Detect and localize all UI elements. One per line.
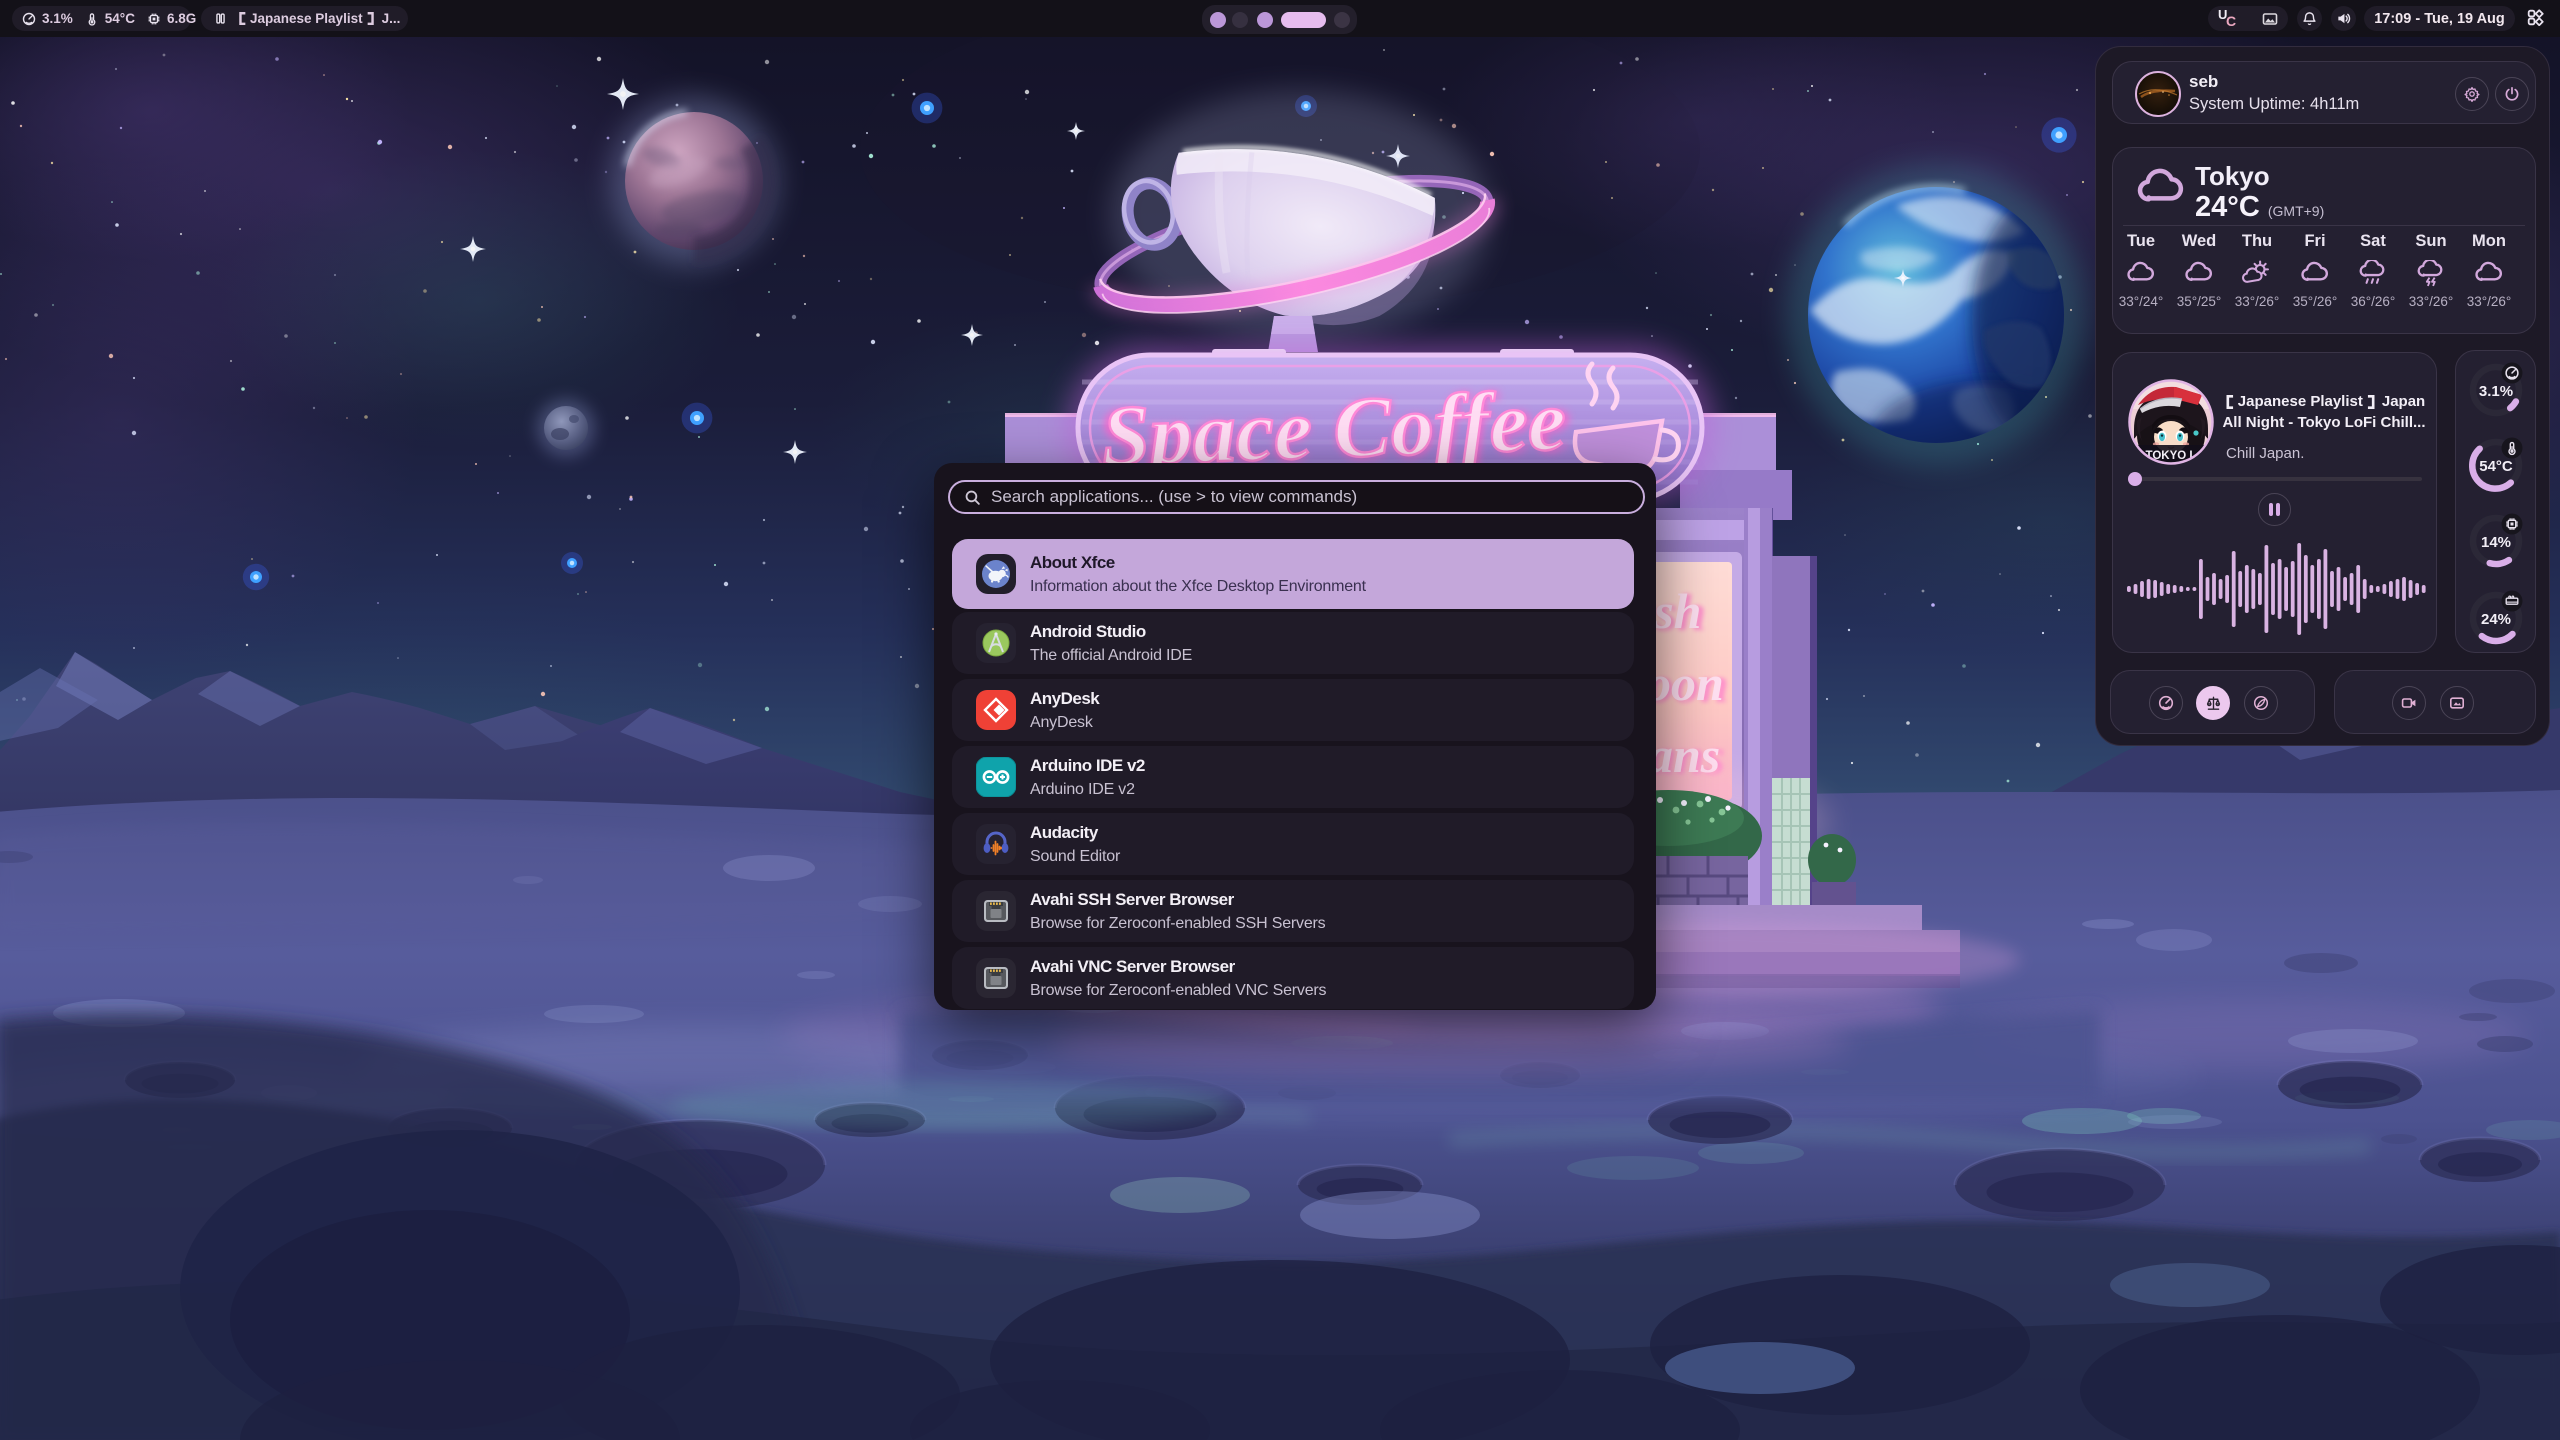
svg-text:14%: 14% xyxy=(2481,534,2511,551)
svg-text:3.1%: 3.1% xyxy=(2479,383,2513,400)
svg-text:24%: 24% xyxy=(2481,611,2511,628)
svg-text:oon: oon xyxy=(1646,655,1724,711)
svg-text:54°C: 54°C xyxy=(2479,458,2513,475)
